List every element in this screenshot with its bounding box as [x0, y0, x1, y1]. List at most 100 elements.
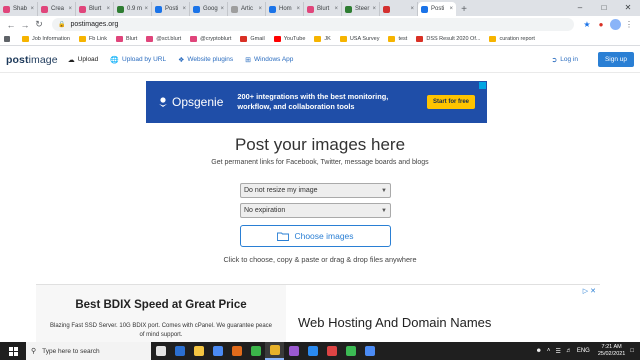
apps-icon[interactable] — [4, 36, 13, 42]
bookmark-item[interactable]: @cryptoblurt — [190, 36, 231, 42]
forward-button[interactable]: → — [18, 18, 32, 32]
browser-tab[interactable]: Shab × — [0, 2, 38, 16]
nav-windows-app[interactable]: ⊞ Windows App — [245, 56, 293, 64]
taskbar-app-icon[interactable] — [303, 342, 322, 360]
tab-close-icon[interactable]: × — [142, 6, 148, 12]
browser-tab[interactable]: Blurt × — [76, 2, 114, 16]
taskbar-app-icon[interactable] — [246, 342, 265, 360]
tab-close-icon[interactable]: × — [332, 6, 338, 12]
taskbar-app-icon[interactable] — [189, 342, 208, 360]
nav-website-plugins[interactable]: ❖ Website plugins — [178, 56, 233, 64]
tab-close-icon[interactable]: × — [447, 6, 453, 12]
tab-close-icon[interactable]: × — [370, 6, 376, 12]
bookmark-item[interactable]: USA Survey — [339, 36, 379, 42]
bookmark-item[interactable]: JK — [314, 36, 331, 42]
choose-images-button[interactable]: Choose images — [240, 225, 391, 247]
browser-tab[interactable]: × — [380, 2, 418, 16]
chevron-up-icon[interactable]: ˄ — [547, 348, 551, 354]
ad-banner[interactable]: Opsgenie 200+ integrations with the best… — [146, 81, 487, 123]
minimize-button[interactable]: – — [568, 0, 592, 14]
profile-avatar[interactable] — [608, 18, 622, 32]
bookmark-item[interactable]: Fb Link — [78, 36, 107, 42]
choose-images-label: Choose images — [294, 231, 354, 241]
bookmark-item[interactable]: curation report — [489, 36, 535, 42]
taskbar-app-icon[interactable] — [341, 342, 360, 360]
taskbar-app-icon[interactable] — [151, 342, 170, 360]
nav-upload-by-url-label: Upload by URL — [122, 56, 167, 63]
signup-button[interactable]: Sign up — [597, 52, 634, 67]
taskbar-app-icon[interactable] — [284, 342, 303, 360]
person-icon[interactable]: ☻ — [536, 348, 542, 354]
reload-button[interactable]: ↻ — [32, 18, 46, 32]
bookmark-star-icon[interactable]: ★ — [580, 18, 594, 32]
menu-icon[interactable]: ⋮ — [622, 18, 636, 32]
bookmark-item[interactable]: @sct.blurt — [146, 36, 181, 42]
browser-tab[interactable]: Steer × — [342, 2, 380, 16]
tab-close-icon[interactable]: × — [294, 6, 300, 12]
close-window-button[interactable]: ✕ — [616, 0, 640, 14]
chevron-down-icon: ▼ — [381, 207, 387, 214]
volume-icon[interactable]: ♬ — [566, 348, 572, 354]
new-tab-button[interactable]: + — [456, 2, 472, 16]
taskbar-app-icon[interactable] — [227, 342, 246, 360]
ad-close-icon[interactable]: ▷ ✕ — [583, 287, 596, 295]
nav-windows-app-label: Windows App — [254, 56, 294, 63]
expiration-select[interactable]: No expiration ▼ — [240, 203, 391, 218]
taskbar-app-icon[interactable] — [360, 342, 379, 360]
browser-tab[interactable]: 0.9 m × — [114, 2, 152, 16]
taskbar-app-icon[interactable] — [208, 342, 227, 360]
taskbar-clock[interactable]: 7:21 AM 25/02/2021 — [598, 344, 626, 358]
search-icon: ⚲ — [31, 348, 37, 355]
tab-close-icon[interactable]: × — [104, 6, 110, 12]
bookmark-item[interactable]: YouTube — [273, 36, 305, 42]
network-icon[interactable]: ☰ — [555, 348, 560, 355]
browser-tab[interactable]: Artic × — [228, 2, 266, 16]
site-header: postimage ☁ Upload 🌐 Upload by URL ❖ Websit… — [0, 47, 640, 73]
bottom-ad[interactable]: Best BDIX Speed at Great Price Blazing F… — [36, 284, 600, 343]
browser-tab[interactable]: Hom × — [266, 2, 304, 16]
postimage-logo[interactable]: postimage — [6, 54, 58, 66]
tab-close-icon[interactable]: × — [28, 6, 34, 12]
nav-upload[interactable]: ☁ Upload — [68, 56, 99, 64]
bookmark-label: Blurt — [125, 36, 138, 42]
taskbar-app-icon[interactable] — [170, 342, 189, 360]
extension-icon[interactable]: ● — [594, 18, 608, 32]
bookmark-item[interactable]: Job Information — [22, 36, 70, 42]
bookmark-item[interactable]: Gmail — [240, 36, 265, 42]
browser-tab[interactable]: Crea × — [38, 2, 76, 16]
address-bar[interactable]: 🔒 postimages.org — [52, 18, 574, 31]
taskbar-app-icon[interactable] — [322, 342, 341, 360]
bookmark-item[interactable]: Blurt — [115, 36, 138, 42]
tab-close-icon[interactable]: × — [218, 6, 224, 12]
bookmark-item[interactable]: test — [388, 36, 407, 42]
bookmark-item[interactable]: DSS Result 2020 Of... — [416, 36, 480, 42]
tab-close-icon[interactable]: × — [66, 6, 72, 12]
tab-label: Artic — [241, 6, 253, 12]
back-button[interactable]: ← — [4, 18, 18, 32]
start-free-button[interactable]: Start for free — [426, 95, 475, 109]
bookmark-label: JK — [324, 36, 331, 42]
taskbar-search-box[interactable]: ⚲ Type here to search — [26, 342, 151, 360]
tab-close-icon[interactable]: × — [180, 6, 186, 12]
browser-tab[interactable]: Goog × — [190, 2, 228, 16]
tab-label: Crea — [51, 6, 65, 12]
taskbar-search-placeholder: Type here to search — [42, 347, 100, 355]
start-button[interactable] — [0, 342, 26, 360]
browser-tab[interactable]: Posti × — [418, 2, 456, 16]
nav-upload-by-url[interactable]: 🌐 Upload by URL — [110, 56, 166, 64]
resize-select[interactable]: Do not resize my image ▼ — [240, 183, 391, 198]
tab-favicon-icon — [79, 5, 86, 13]
maximize-button[interactable]: □ — [592, 0, 616, 14]
taskbar-app-icon[interactable] — [265, 342, 284, 360]
lock-icon: 🔒 — [58, 22, 66, 28]
login-link[interactable]: ➲ Log in — [551, 56, 578, 64]
bookmark-folder-icon — [339, 36, 347, 42]
browser-tab[interactable]: Posti × — [152, 2, 190, 16]
login-icon: ➲ — [551, 56, 558, 64]
notification-icon[interactable]: □ — [630, 348, 634, 354]
language-indicator[interactable]: ENG — [577, 348, 590, 354]
tab-close-icon[interactable]: × — [256, 6, 262, 12]
tab-close-icon[interactable]: × — [408, 6, 414, 12]
browser-tab[interactable]: Blurt × — [304, 2, 342, 16]
ad-info-icon[interactable] — [479, 82, 486, 89]
